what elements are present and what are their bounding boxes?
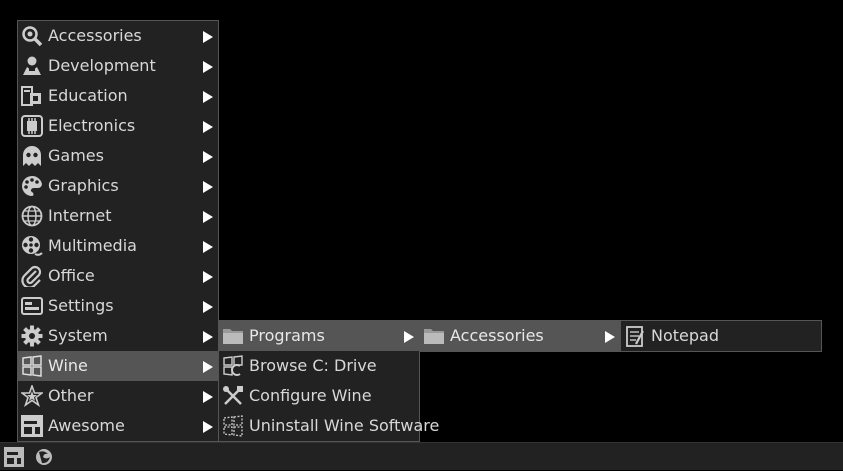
film-reel-icon xyxy=(21,235,43,257)
menu-item-accessories[interactable]: Accessories xyxy=(18,21,218,51)
gear-icon xyxy=(21,325,43,347)
globe-icon xyxy=(21,205,43,227)
menu-item-education[interactable]: Education xyxy=(18,81,218,111)
menu-item-label: Awesome xyxy=(48,416,125,435)
education-icon xyxy=(21,85,43,107)
paperclip-icon xyxy=(21,265,43,287)
notepad-icon xyxy=(624,325,646,347)
folder-icon xyxy=(423,325,445,347)
submenu-arrow-icon xyxy=(203,151,213,163)
uninstall-icon xyxy=(222,415,244,437)
menu-item-label: Accessories xyxy=(48,26,142,45)
wine-window-icon xyxy=(21,355,43,377)
menu-item-label: Accessories xyxy=(450,326,544,345)
menu-item-label: Games xyxy=(48,146,104,165)
main-menu: Accessories Development Education Electr… xyxy=(17,20,219,442)
menu-item-label: Programs xyxy=(249,326,325,345)
menu-item-office[interactable]: Office xyxy=(18,261,218,291)
submenu-arrow-icon xyxy=(203,91,213,103)
menu-item-internet[interactable]: Internet xyxy=(18,201,218,231)
submenu-arrow-icon xyxy=(203,61,213,73)
ghost-icon xyxy=(21,145,43,167)
chip-icon xyxy=(21,115,43,137)
menu-item-uninstall-wine-software[interactable]: Uninstall Wine Software xyxy=(219,411,439,441)
menu-item-development[interactable]: Development xyxy=(18,51,218,81)
submenu-arrow-icon xyxy=(203,391,213,403)
submenu-arrow-icon xyxy=(203,271,213,283)
menu-item-browse-c-drive[interactable]: Browse C: Drive xyxy=(219,351,419,381)
submenu-arrow-icon xyxy=(203,301,213,313)
firefox-icon[interactable] xyxy=(34,447,54,467)
menu-item-label: Education xyxy=(48,86,128,105)
tools-icon xyxy=(21,55,43,77)
programs-submenu: Accessories xyxy=(419,320,621,352)
menu-item-label: Other xyxy=(48,386,94,405)
settings-panel-icon xyxy=(21,295,43,317)
taskbar xyxy=(0,442,843,470)
awesome-launcher-icon[interactable] xyxy=(4,447,24,467)
menu-item-label: Settings xyxy=(48,296,114,315)
menu-item-configure-wine[interactable]: Configure Wine xyxy=(219,381,419,411)
palette-icon xyxy=(21,175,43,197)
submenu-arrow-icon xyxy=(203,121,213,133)
menu-item-notepad[interactable]: Notepad xyxy=(621,321,821,351)
menu-item-label: Multimedia xyxy=(48,236,137,255)
menu-item-other[interactable]: Other xyxy=(18,381,218,411)
magnifier-icon xyxy=(21,25,43,47)
menu-item-programs-accessories[interactable]: Accessories xyxy=(420,321,620,351)
awesome-logo-icon xyxy=(21,415,43,437)
menu-item-label: Development xyxy=(48,56,156,75)
submenu-arrow-icon xyxy=(203,31,213,43)
folder-icon xyxy=(222,325,244,347)
menu-item-label: Configure Wine xyxy=(249,386,372,405)
menu-item-label: Graphics xyxy=(48,176,119,195)
menu-item-label: Office xyxy=(48,266,95,285)
menu-item-label: Electronics xyxy=(48,116,136,135)
menu-item-graphics[interactable]: Graphics xyxy=(18,171,218,201)
submenu-arrow-icon xyxy=(404,331,414,343)
menu-item-label: Notepad xyxy=(651,326,719,345)
menu-item-programs[interactable]: Programs xyxy=(219,321,419,351)
configure-icon xyxy=(222,385,244,407)
menu-item-label: Browse C: Drive xyxy=(249,356,377,375)
submenu-arrow-icon xyxy=(203,211,213,223)
menu-item-games[interactable]: Games xyxy=(18,141,218,171)
menu-item-awesome[interactable]: Awesome xyxy=(18,411,218,441)
programs-accessories-submenu: Notepad xyxy=(620,320,822,352)
menu-item-label: Uninstall Wine Software xyxy=(249,416,440,435)
menu-item-wine[interactable]: Wine xyxy=(18,351,218,381)
submenu-arrow-icon xyxy=(203,421,213,433)
menu-item-label: Internet xyxy=(48,206,112,225)
wine-submenu: Programs Browse C: Drive Configure Wine … xyxy=(218,320,439,442)
star-icon xyxy=(21,385,43,407)
browse-drive-icon xyxy=(222,355,244,377)
submenu-arrow-icon xyxy=(605,331,615,343)
submenu-arrow-icon xyxy=(203,361,213,373)
submenu-arrow-icon xyxy=(203,181,213,193)
menu-item-settings[interactable]: Settings xyxy=(18,291,218,321)
submenu-arrow-icon xyxy=(203,241,213,253)
menu-item-label: System xyxy=(48,326,108,345)
menu-item-label: Wine xyxy=(48,356,88,375)
submenu-arrow-icon xyxy=(203,331,213,343)
menu-item-electronics[interactable]: Electronics xyxy=(18,111,218,141)
menu-item-system[interactable]: System xyxy=(18,321,218,351)
menu-item-multimedia[interactable]: Multimedia xyxy=(18,231,218,261)
